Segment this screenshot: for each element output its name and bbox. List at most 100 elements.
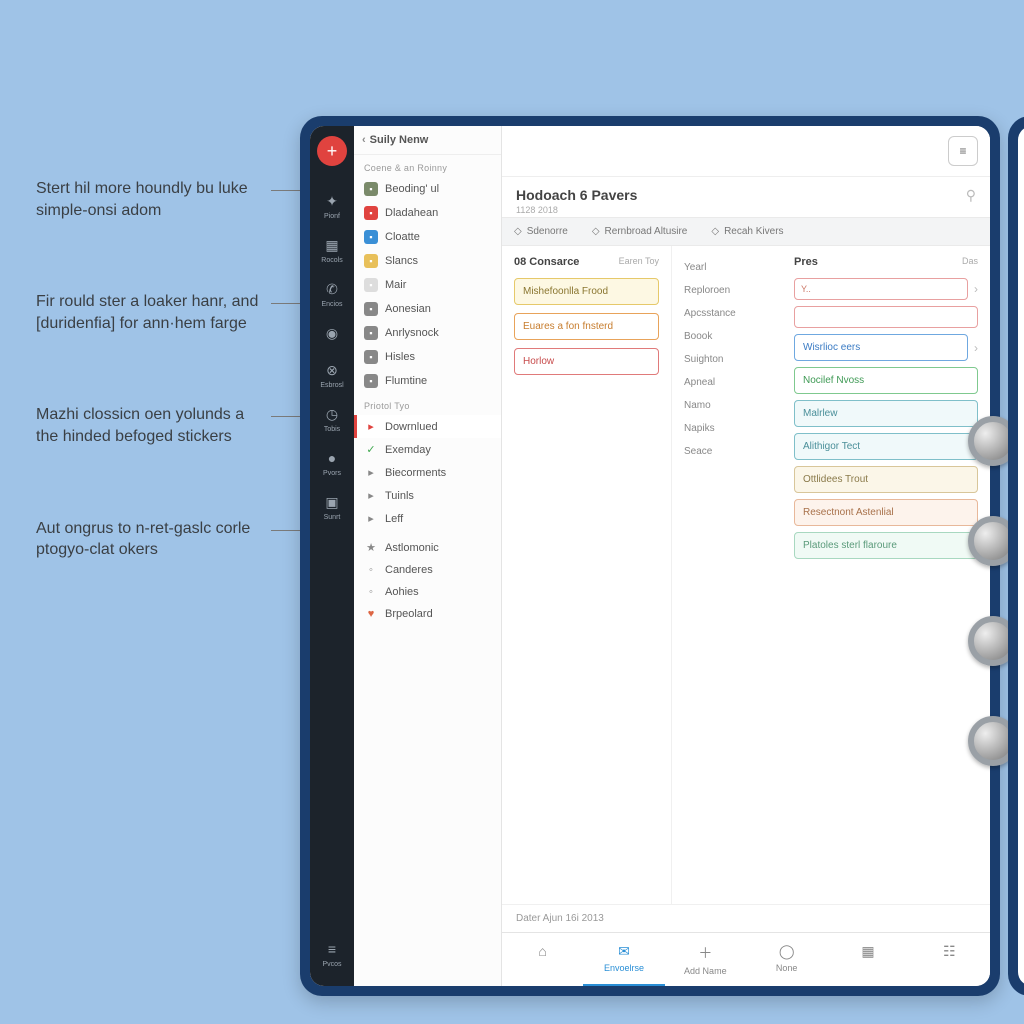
list-item-icon: ▸ xyxy=(364,420,378,433)
list-item[interactable]: ▸Leff xyxy=(354,507,501,530)
list-item[interactable]: ▪Dladahean xyxy=(354,201,501,225)
menu-button[interactable]: ≡ xyxy=(948,136,978,166)
rail-item-pvors[interactable]: ● Pvors xyxy=(310,441,354,485)
pin-icon[interactable]: ⚲ xyxy=(966,187,976,204)
nav-icon: ⌂ xyxy=(506,943,579,959)
list-item-icon: ♥ xyxy=(364,608,378,620)
list-item-label: Canderes xyxy=(385,564,433,576)
rail-label: Pvors xyxy=(323,470,341,477)
tab-label: Recah Kivers xyxy=(724,226,783,237)
list-item[interactable]: ▪Aonesian xyxy=(354,297,501,321)
value-card[interactable]: Wisrlioc eers xyxy=(794,334,968,361)
list-item[interactable]: ▪Hisles xyxy=(354,345,501,369)
bottom-nav-item[interactable]: ◯None xyxy=(746,933,827,986)
list-item-icon: ▪ xyxy=(364,206,378,220)
phone-icon: ✆ xyxy=(323,280,341,298)
chevron-right-icon[interactable]: › xyxy=(974,341,978,355)
col-subtitle: Das xyxy=(962,256,978,268)
callout-text: Fir rould ster a loaker hanr, and [durid… xyxy=(36,293,258,332)
tab-sdenorre[interactable]: ◇ Sdenorre xyxy=(502,218,580,245)
tab-rernbroad[interactable]: ◇ Rernbroad Altusire xyxy=(580,218,700,245)
list-item-label: Cloatte xyxy=(385,231,420,243)
value-card[interactable]: Y.. xyxy=(794,278,968,300)
list-item[interactable]: ▪Anrlysnock xyxy=(354,321,501,345)
tab-bar: ◇ Sdenorre ◇ Rernbroad Altusire ◇ Recah … xyxy=(502,217,990,246)
hamburger-icon: ≡ xyxy=(959,144,966,158)
nav-label: None xyxy=(776,963,798,973)
list-section-label: Coene & an Roinny xyxy=(354,155,501,177)
bottom-nav-item[interactable]: ＋Add Name xyxy=(665,933,746,986)
menu-icon: ≡ xyxy=(323,940,341,958)
calendar-icon: ▦ xyxy=(323,236,341,254)
plus-icon: + xyxy=(327,141,338,162)
list-item-label: Beoding' ul xyxy=(385,183,439,195)
rail-item-rocols[interactable]: ▦ Rocols xyxy=(310,228,354,272)
list-item[interactable]: ▪Slancs xyxy=(354,249,501,273)
list-item[interactable]: ▸Biecorments xyxy=(354,461,501,484)
callout-1: Stert hil more houndly bu luke simple-on… xyxy=(36,178,266,221)
dot-icon: ● xyxy=(323,449,341,467)
tab-recah[interactable]: ◇ Recah Kivers xyxy=(699,218,795,245)
bottom-nav: ⌂✉Envoelrse＋Add Name◯None▦ ☷ xyxy=(502,932,990,986)
rail-item-esbrosl[interactable]: ⊗ Esbrosl xyxy=(310,353,354,397)
list-item[interactable]: ♥Brpeolard xyxy=(354,603,501,625)
value-card[interactable]: Platoles sterl flaroure xyxy=(794,532,978,559)
list-item-label: Hisles xyxy=(385,351,415,363)
col-subtitle: Earen Toy xyxy=(619,256,659,268)
rail-item-sunrt[interactable]: ▣ Sunrt xyxy=(310,485,354,529)
list-item-label: Aohies xyxy=(385,586,419,598)
callout-4: Aut ongrus to n-ret-gaslc corle ptogyo-c… xyxy=(36,518,266,561)
value-card[interactable]: Alithigor Tect xyxy=(794,433,978,460)
list-item[interactable]: ▸Dowrnlued xyxy=(354,415,501,438)
value-card[interactable]: Ottlidees Trout xyxy=(794,466,978,493)
value-card[interactable] xyxy=(794,306,978,328)
list-item[interactable]: ✓Exemday xyxy=(354,438,501,461)
content-card[interactable]: Horlow xyxy=(514,348,659,375)
field-label: Yearl xyxy=(684,256,770,279)
callout-2: Fir rould ster a loaker hanr, and [durid… xyxy=(36,291,266,334)
col-title: 08 Consarce xyxy=(514,256,579,268)
circle-icon: ◉ xyxy=(323,324,341,342)
value-card[interactable]: Nocilef Nvoss xyxy=(794,367,978,394)
rail-item-pionf[interactable]: ✦ Pionf xyxy=(310,184,354,228)
list-item-icon: ▪ xyxy=(364,278,378,292)
tab-icon: ◇ xyxy=(592,226,600,237)
list-item[interactable]: ▪Mair xyxy=(354,273,501,297)
value-card[interactable]: Resectnont Astenlial xyxy=(794,499,978,526)
rail-item-encios[interactable]: ✆ Encios xyxy=(310,272,354,316)
content-card[interactable]: Euares a fon fnsterd xyxy=(514,313,659,340)
list-item-label: Anrlysnock xyxy=(385,327,439,339)
binder-frame: + ✦ Pionf ▦ Rocols ✆ Encios ◉ ⊗ Esbrosl xyxy=(300,116,1000,996)
list-item[interactable]: ▪Flumtine xyxy=(354,369,501,393)
list-item[interactable]: ▸Tuinls xyxy=(354,484,501,507)
list-item[interactable]: ▪Beoding' ul xyxy=(354,177,501,201)
field-label: Reploroen xyxy=(684,279,770,302)
bottom-nav-item[interactable]: ▦ xyxy=(827,933,908,986)
list-header[interactable]: ‹ Suily Nenw xyxy=(354,126,501,155)
list-item-icon: ▸ xyxy=(364,512,378,525)
nav-icon: ✉ xyxy=(587,943,660,960)
list-item-label: Exemday xyxy=(385,444,431,456)
chevron-right-icon[interactable]: › xyxy=(974,282,978,296)
footer-date: Dater Ajun 16i 2013 xyxy=(502,904,990,932)
list-item[interactable]: ▪ Cloatte xyxy=(354,225,501,249)
list-item-icon: ▪ xyxy=(364,230,378,244)
rail-item-tobis[interactable]: ◷ Tobis xyxy=(310,397,354,441)
nav-icon: ☷ xyxy=(913,943,986,960)
value-card[interactable]: Malrlew xyxy=(794,400,978,427)
list-item-icon: ▪ xyxy=(364,254,378,268)
list-item[interactable]: ★Astlomonic xyxy=(354,536,501,559)
list-item[interactable]: ◦Aohies xyxy=(354,581,501,603)
bottom-nav-item[interactable]: ⌂ xyxy=(502,933,583,986)
add-button[interactable]: + xyxy=(317,136,347,166)
content-card[interactable]: Mishefoonlla Frood xyxy=(514,278,659,305)
rail-label: Encios xyxy=(321,301,342,308)
bottom-nav-item[interactable]: ✉Envoelrse xyxy=(583,933,664,986)
list-item[interactable]: ◦Canderes xyxy=(354,559,501,581)
rail-item-menu[interactable]: ≡ Pvcos xyxy=(310,932,354,976)
bottom-nav-item[interactable]: ☷ xyxy=(909,933,990,986)
nav-icon: ▦ xyxy=(831,943,904,960)
rail-item-circle[interactable]: ◉ xyxy=(310,316,354,353)
callout-text: Stert hil more houndly bu luke simple-on… xyxy=(36,180,248,219)
col-title: Pres xyxy=(794,256,818,268)
